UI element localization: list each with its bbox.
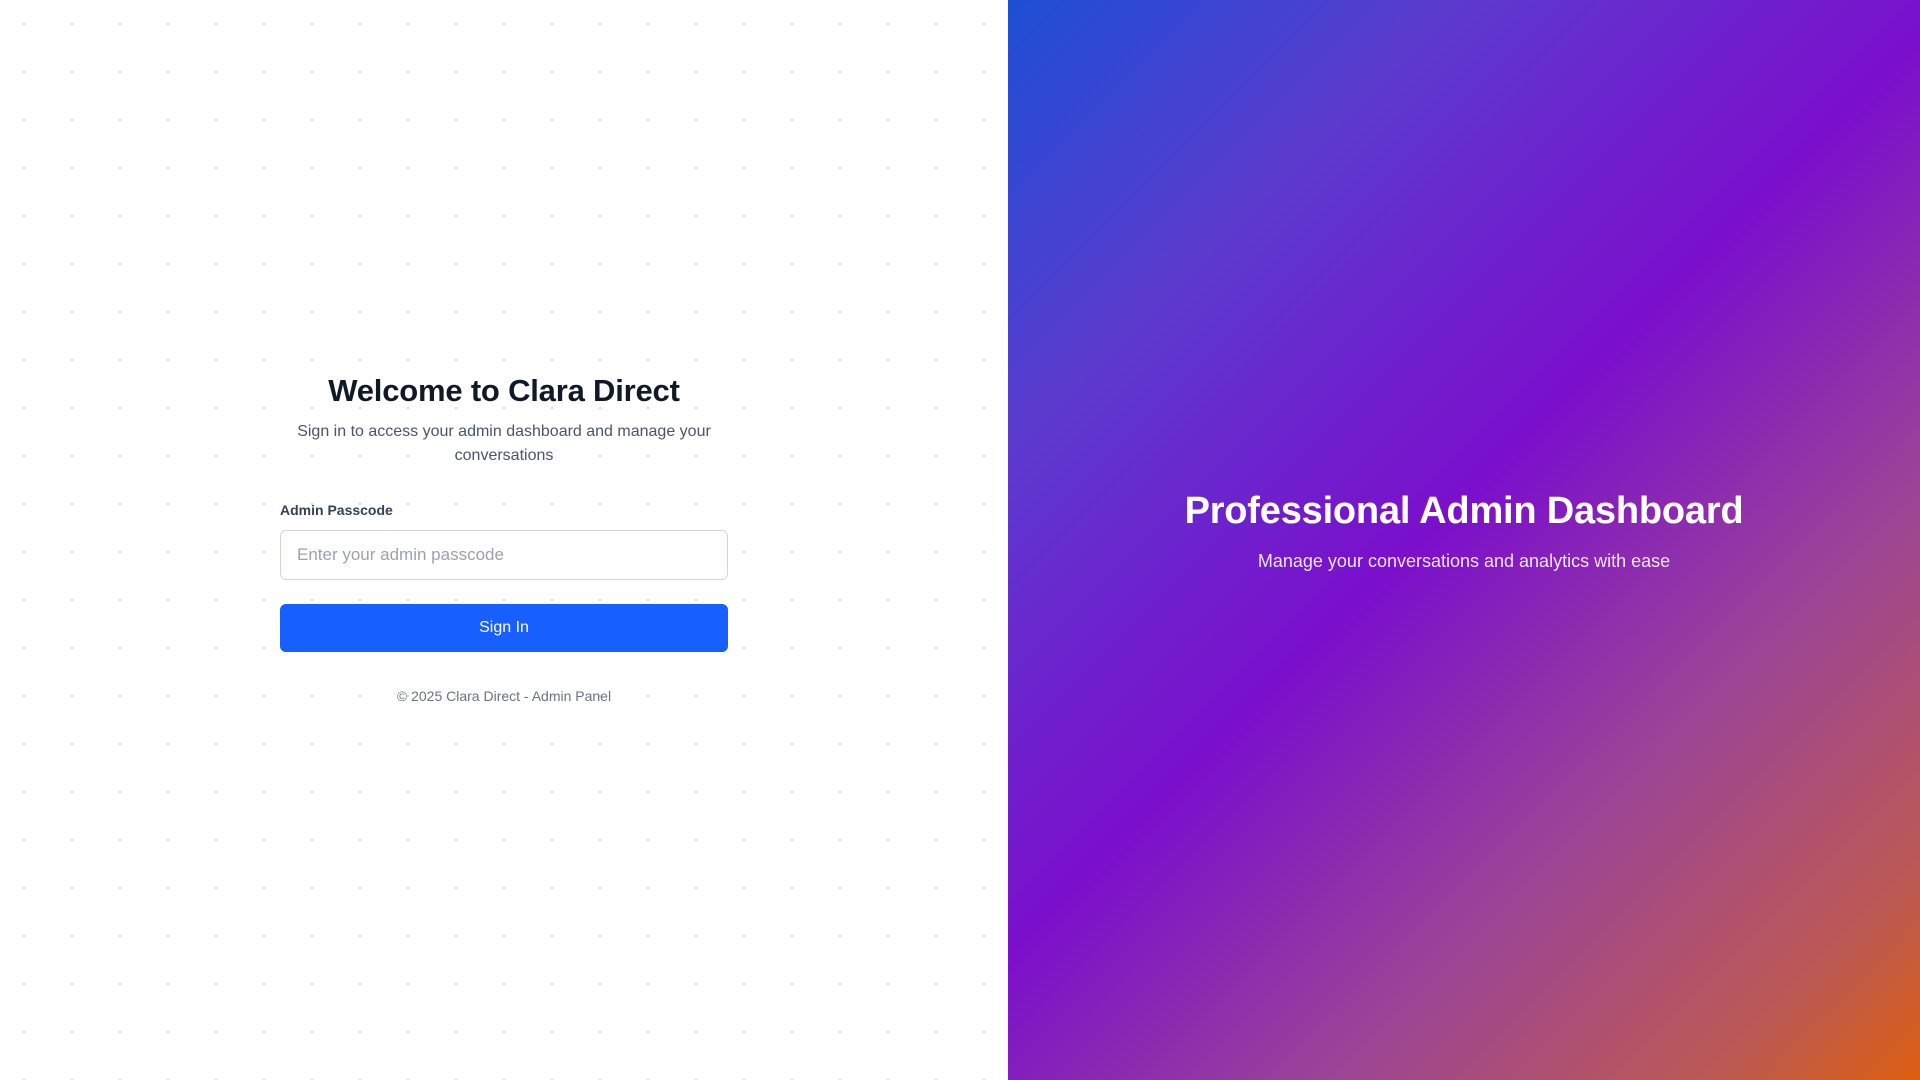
- hero-title: Professional Admin Dashboard: [1184, 490, 1744, 532]
- passcode-input[interactable]: [280, 530, 728, 580]
- login-form: Welcome to Clara Direct Sign in to acces…: [280, 372, 728, 706]
- sign-in-button[interactable]: Sign In: [280, 604, 728, 652]
- hero-panel: Professional Admin Dashboard Manage your…: [1008, 0, 1920, 1080]
- login-subtitle: Sign in to access your admin dashboard a…: [297, 423, 711, 464]
- footer-copyright: © 2025 Clara Direct - Admin Panel: [396, 688, 612, 704]
- hero-content: Professional Admin Dashboard Manage your…: [1185, 488, 1744, 574]
- passcode-label: Admin Passcode: [280, 502, 393, 518]
- login-page: Welcome to Clara Direct Sign in to acces…: [0, 0, 1920, 1080]
- hero-subtitle: Manage your conversations and analytics …: [1257, 551, 1671, 571]
- login-panel: Welcome to Clara Direct Sign in to acces…: [0, 0, 1008, 1080]
- login-title: Welcome to Clara Direct: [328, 373, 680, 408]
